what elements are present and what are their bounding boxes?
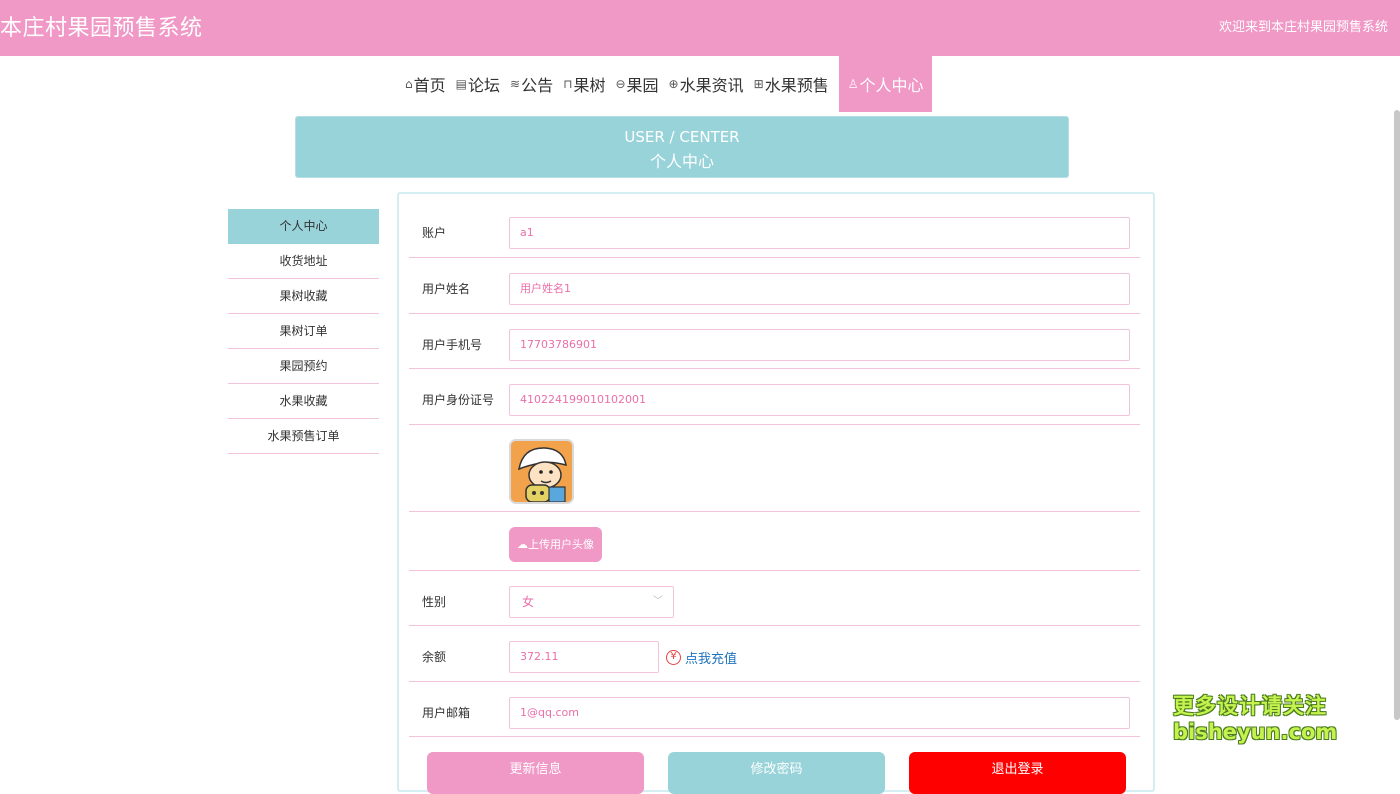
gender-select[interactable]: 女 ﹀ — [509, 586, 674, 618]
nav-label: 果园 — [626, 76, 659, 95]
form-row-upload: ☁上传用户头像 — [409, 512, 1140, 571]
user-icon: ♙ — [847, 77, 859, 91]
nav-item-fruit-tree[interactable]: ⊓ 果树 — [558, 56, 610, 112]
gender-label: 性别 — [422, 595, 447, 609]
sidebar: 个人中心 收货地址 果树收藏 果树订单 果园预约 水果收藏 水果预售订单 — [228, 209, 379, 454]
nav-label: 公告 — [521, 76, 554, 95]
avatar-image — [511, 441, 572, 502]
sidebar-item-personal-center[interactable]: 个人中心 — [228, 209, 379, 244]
email-label: 用户邮箱 — [422, 706, 471, 720]
home-icon: ⌂ — [405, 77, 413, 91]
page-scrollbar[interactable] — [1394, 110, 1400, 720]
nav-item-fruit-news[interactable]: ⊕ 水果资讯 — [664, 56, 749, 112]
sidebar-item-tree-favorites[interactable]: 果树收藏 — [228, 279, 379, 314]
nav-label: 水果预售 — [764, 76, 829, 95]
nav-item-orchard[interactable]: ⊖ 果园 — [610, 56, 663, 112]
stack-icon: ≋ — [510, 77, 521, 91]
account-label: 账户 — [422, 226, 447, 240]
name-label: 用户姓名 — [422, 282, 471, 296]
site-title: 本庄村果园预售系统 — [0, 16, 203, 41]
logout-button[interactable]: 退出登录 — [909, 752, 1126, 794]
form-row-avatar — [409, 425, 1140, 512]
recharge-link[interactable]: ¥ 点我充值 — [666, 648, 737, 667]
form-row-gender: 性别 女 ﹀ — [409, 571, 1140, 626]
watermark-line-2: bisheyun.com — [1173, 720, 1338, 744]
banner-title-en: USER / CENTER — [624, 128, 740, 146]
upload-avatar-button[interactable]: ☁上传用户头像 — [509, 527, 602, 562]
nav-label: 首页 — [413, 76, 446, 95]
page-banner: USER / CENTER 个人中心 — [295, 116, 1069, 178]
nav-label: 个人中心 — [859, 76, 924, 95]
nav-item-forum[interactable]: ▤ 论坛 — [451, 56, 505, 112]
balance-field[interactable]: 372.11 — [509, 641, 659, 673]
welcome-text: 欢迎来到本庄村果园预售系统 — [1218, 20, 1388, 35]
cloud-upload-icon: ☁ — [517, 538, 528, 551]
form-row-name: 用户姓名 用户姓名1 — [409, 258, 1140, 314]
gender-value: 女 — [522, 595, 535, 609]
sidebar-item-address[interactable]: 收货地址 — [228, 244, 379, 279]
watermark: 更多设计请关注 bisheyun.com — [1173, 690, 1338, 744]
idcard-label: 用户身份证号 — [422, 393, 495, 407]
chevron-down-icon: ﹀ — [653, 596, 663, 607]
banner-title-cn: 个人中心 — [649, 152, 714, 171]
account-field[interactable]: a1 — [509, 217, 1130, 249]
top-header: 本庄村果园预售系统 欢迎来到本庄村果园预售系统 — [0, 0, 1400, 56]
sidebar-item-tree-orders[interactable]: 果树订单 — [228, 314, 379, 349]
sidebar-item-presale-orders[interactable]: 水果预售订单 — [228, 419, 379, 454]
nav-item-notice[interactable]: ≋ 公告 — [505, 56, 558, 112]
change-password-button[interactable]: 修改密码 — [668, 752, 885, 794]
idcard-field[interactable]: 410224199010102001 — [509, 384, 1130, 416]
watermark-line-1: 更多设计请关注 — [1173, 694, 1327, 718]
phone-field[interactable]: 17703786901 — [509, 329, 1130, 361]
tree-icon: ⊓ — [563, 77, 573, 91]
yen-icon: ¥ — [666, 650, 681, 665]
sidebar-item-orchard-booking[interactable]: 果园预约 — [228, 349, 379, 384]
nav-label: 果树 — [573, 76, 606, 95]
grid-icon: ⊞ — [753, 77, 764, 91]
phone-label: 用户手机号 — [422, 338, 483, 352]
nav-label: 水果资讯 — [679, 76, 744, 95]
nav-label: 论坛 — [467, 76, 500, 95]
balance-label: 余额 — [422, 650, 447, 664]
avatar — [509, 439, 574, 504]
main-nav: ⌂ 首页 ▤ 论坛 ≋ 公告 ⊓ 果树 ⊖ 果园 ⊕ 水果资讯 ⊞ 水果预售 ♙… — [400, 56, 933, 112]
form-row-phone: 用户手机号 17703786901 — [409, 314, 1140, 369]
form-row-balance: 余额 372.11 ¥ 点我充值 — [409, 626, 1140, 682]
form-row-idcard: 用户身份证号 410224199010102001 — [409, 369, 1140, 425]
forum-icon: ▤ — [455, 77, 467, 91]
orchard-icon: ⊖ — [615, 77, 626, 91]
form-row-email: 用户邮箱 1@qq.com — [409, 682, 1140, 737]
nav-item-personal-center[interactable]: ♙ 个人中心 — [838, 56, 933, 112]
name-field[interactable]: 用户姓名1 — [509, 273, 1130, 305]
profile-form-panel: 账户 a1 用户姓名 用户姓名1 用户手机号 17703786901 用户身份证… — [397, 192, 1155, 794]
sidebar-item-fruit-favorites[interactable]: 水果收藏 — [228, 384, 379, 419]
nav-item-home[interactable]: ⌂ 首页 — [400, 56, 451, 112]
nav-item-fruit-presale[interactable]: ⊞ 水果预售 — [749, 56, 834, 112]
upload-avatar-label: 上传用户头像 — [528, 538, 594, 551]
form-row-account: 账户 a1 — [409, 202, 1140, 258]
recharge-label: 点我充值 — [685, 652, 738, 667]
update-info-button[interactable]: 更新信息 — [427, 752, 644, 794]
globe-icon: ⊕ — [668, 77, 679, 91]
email-field[interactable]: 1@qq.com — [509, 697, 1130, 729]
